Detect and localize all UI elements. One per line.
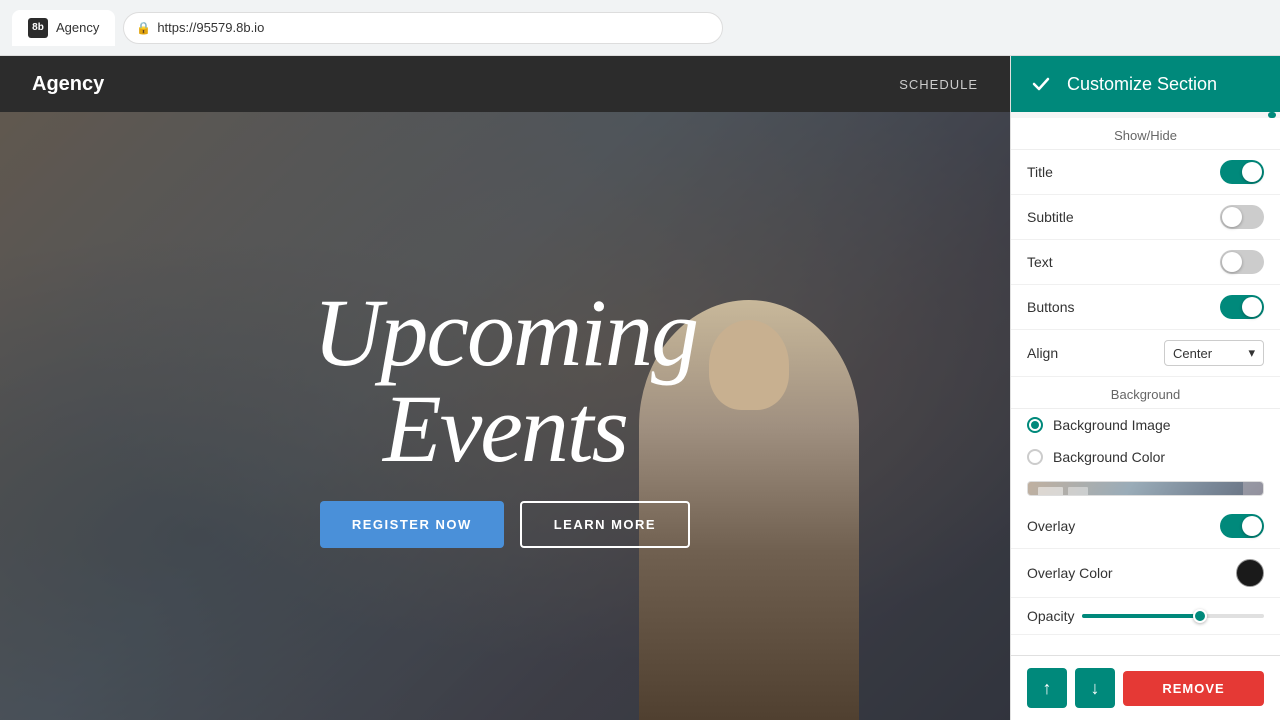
- learn-more-button[interactable]: LEARN MORE: [520, 501, 690, 548]
- register-button[interactable]: REGISTER NOW: [320, 501, 504, 548]
- panel-bottom: ↑ ↓ REMOVE: [1011, 655, 1280, 720]
- overlay-toggle[interactable]: [1220, 514, 1264, 538]
- buttons-toggle[interactable]: [1220, 295, 1264, 319]
- panel-scroll-top: [1011, 112, 1280, 118]
- align-label: Align: [1027, 345, 1058, 361]
- section-show-hide-label: Show/Hide: [1011, 118, 1280, 150]
- panel-check-icon: [1027, 70, 1055, 98]
- subtitle-toggle[interactable]: [1220, 205, 1264, 229]
- text-toggle-knob: [1222, 252, 1242, 272]
- opacity-slider-thumb[interactable]: [1193, 609, 1207, 623]
- section-background-label: Background: [1011, 377, 1280, 409]
- hero-title: Upcoming Events: [313, 285, 697, 477]
- tab-logo: 8b: [28, 18, 48, 38]
- bg-image-radio-dot: [1031, 421, 1039, 429]
- opacity-row: Opacity: [1011, 598, 1280, 635]
- title-row: Title: [1011, 150, 1280, 195]
- text-toggle[interactable]: [1220, 250, 1264, 274]
- overlay-color-swatch[interactable]: [1236, 559, 1264, 587]
- bg-image-radio[interactable]: [1027, 417, 1043, 433]
- url-text: https://95579.8b.io: [157, 20, 264, 35]
- nav-link-schedule[interactable]: SCHEDULE: [899, 77, 978, 92]
- subtitle-toggle-knob: [1222, 207, 1242, 227]
- subtitle-row: Subtitle: [1011, 195, 1280, 240]
- overlay-label: Overlay: [1027, 518, 1075, 534]
- thumb-workspace: [1028, 482, 1243, 496]
- preview-area: Agency SCHEDULE Upcoming Events: [0, 56, 1010, 720]
- panel-header: Customize Section: [1011, 56, 1280, 112]
- browser-chrome: 8b Agency 🔒 https://95579.8b.io Agency S…: [0, 0, 1280, 720]
- site-nav-links: SCHEDULE: [899, 77, 978, 92]
- opacity-slider-fill: [1082, 614, 1200, 618]
- hero-section: Upcoming Events REGISTER NOW LEARN MORE: [0, 112, 1010, 720]
- opacity-label: Opacity: [1027, 608, 1074, 624]
- hero-title-line2: Events: [313, 381, 697, 477]
- title-toggle-knob: [1242, 162, 1262, 182]
- panel-spacer: [1011, 635, 1280, 655]
- subtitle-toggle-label: Subtitle: [1027, 209, 1074, 225]
- address-bar[interactable]: 🔒 https://95579.8b.io: [123, 12, 723, 44]
- hero-content: Upcoming Events REGISTER NOW LEARN MORE: [293, 265, 717, 568]
- overlay-row: Overlay: [1011, 504, 1280, 549]
- overlay-toggle-knob: [1242, 516, 1262, 536]
- opacity-slider-track: [1082, 614, 1264, 618]
- main-area: Agency SCHEDULE Upcoming Events: [0, 56, 1280, 720]
- buttons-toggle-label: Buttons: [1027, 299, 1074, 315]
- thumb-board1: [1038, 487, 1063, 496]
- buttons-toggle-knob: [1242, 297, 1262, 317]
- bg-color-radio[interactable]: [1027, 449, 1043, 465]
- site-nav-logo: Agency: [32, 73, 104, 96]
- person-head: [709, 320, 789, 410]
- title-toggle-label: Title: [1027, 164, 1053, 180]
- bg-color-label: Background Color: [1053, 449, 1165, 465]
- remove-button[interactable]: REMOVE: [1123, 671, 1264, 706]
- opacity-slider-container[interactable]: [1082, 614, 1264, 618]
- tab-title: Agency: [56, 20, 99, 35]
- customize-panel: Customize Section Show/Hide Title Subtit…: [1010, 56, 1280, 720]
- bg-thumbnail-img: [1028, 482, 1263, 496]
- site-nav: Agency SCHEDULE: [0, 56, 1010, 112]
- title-toggle[interactable]: [1220, 160, 1264, 184]
- move-down-button[interactable]: ↓: [1075, 668, 1115, 708]
- browser-bar: 8b Agency 🔒 https://95579.8b.io: [0, 0, 1280, 56]
- lock-icon: 🔒: [136, 21, 151, 35]
- overlay-color-label: Overlay Color: [1027, 565, 1113, 581]
- thumb-board2: [1068, 487, 1088, 496]
- align-select[interactable]: Center ▾: [1164, 340, 1264, 366]
- browser-tab[interactable]: 8b Agency: [12, 10, 115, 46]
- bg-thumbnail[interactable]: [1027, 481, 1264, 496]
- bg-image-label: Background Image: [1053, 417, 1171, 433]
- align-value: Center: [1173, 346, 1212, 361]
- overlay-color-row: Overlay Color: [1011, 549, 1280, 598]
- move-up-button[interactable]: ↑: [1027, 668, 1067, 708]
- bg-image-row[interactable]: Background Image: [1011, 409, 1280, 441]
- scroll-thumb-top: [1268, 112, 1276, 118]
- text-toggle-label: Text: [1027, 254, 1053, 270]
- panel-header-title: Customize Section: [1067, 74, 1217, 95]
- chevron-down-icon: ▾: [1248, 345, 1255, 361]
- buttons-row: Buttons: [1011, 285, 1280, 330]
- bg-color-row[interactable]: Background Color: [1011, 441, 1280, 473]
- text-row: Text: [1011, 240, 1280, 285]
- hero-buttons: REGISTER NOW LEARN MORE: [313, 501, 697, 548]
- hero-title-line1: Upcoming: [313, 285, 697, 381]
- align-row: Align Center ▾: [1011, 330, 1280, 377]
